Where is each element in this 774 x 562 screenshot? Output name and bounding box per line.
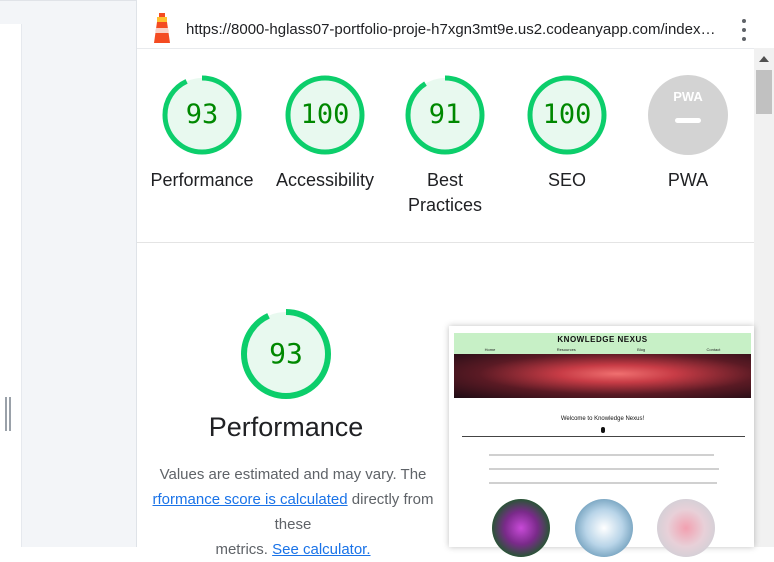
resize-handle-icon[interactable] [5, 397, 13, 431]
preview-nav-item: Contact [706, 347, 721, 352]
performance-title: Performance [208, 412, 364, 442]
scroll-thumb[interactable] [756, 70, 772, 114]
preview-nav-item: Home [484, 347, 496, 352]
preview-pin-icon [601, 427, 605, 433]
preview-hero-image [454, 354, 751, 398]
preview-card-image [492, 499, 550, 557]
preview-nav: Home Resources Blog Contact [454, 347, 751, 352]
score-gauge-accessibility[interactable]: 100 [284, 74, 366, 156]
note-text-3: metrics. [215, 541, 268, 558]
score-value: 100 [542, 99, 592, 130]
more-options-icon[interactable] [739, 19, 749, 41]
preview-header: KNOWLEDGE NEXUS Home Resources Blog Cont… [454, 333, 751, 354]
url-bar: https://8000-hglass07-portfolio-proje-h7… [137, 7, 774, 49]
section-divider [137, 242, 754, 243]
score-value: 91 [428, 99, 462, 130]
score-gauge-seo[interactable]: 100 [526, 74, 608, 156]
score-gauge-pwa[interactable]: PWA [647, 74, 729, 156]
score-label: Performance [150, 170, 254, 190]
preview-nav-item: Resources [556, 347, 576, 352]
scroll-up-icon[interactable] [759, 56, 769, 62]
left-sidebar-strip [0, 24, 22, 547]
left-top-divider [0, 0, 136, 1]
preview-card-image [657, 499, 715, 557]
preview-brand: KNOWLEDGE NEXUS [557, 335, 648, 344]
preview-card-image [575, 499, 633, 557]
preview-nav-item: Blog [637, 347, 646, 352]
performance-gauge: 93 [240, 308, 332, 400]
score-value: 100 [300, 99, 350, 130]
preview-text-line [489, 482, 717, 484]
page-url[interactable]: https://8000-hglass07-portfolio-proje-h7… [186, 21, 726, 38]
score-gauge-performance[interactable]: 93 [161, 74, 243, 156]
score-value: 93 [185, 99, 219, 130]
top-strip [137, 0, 774, 6]
left-pane [0, 0, 136, 547]
preview-text-line [489, 468, 719, 470]
note-text-1: Values are estimated and may vary. The [159, 466, 427, 483]
see-calculator-link[interactable]: See calculator. [272, 541, 370, 558]
preview-rule [462, 436, 745, 437]
score-label: Best Practices [407, 170, 483, 215]
performance-note: Values are estimated and may vary. The r… [137, 462, 449, 562]
page-screenshot-preview: KNOWLEDGE NEXUS Home Resources Blog Cont… [449, 326, 754, 557]
lighthouse-icon [154, 13, 170, 43]
lighthouse-report-panel: https://8000-hglass07-portfolio-proje-h7… [136, 0, 774, 558]
preview-welcome: Welcome to Knowledge Nexus! [560, 416, 645, 422]
score-calculated-link[interactable]: rformance score is calculated [153, 491, 348, 508]
preview-text-line [489, 454, 714, 456]
score-gauge-best-practices[interactable]: 91 [404, 74, 486, 156]
scrollbar[interactable] [754, 48, 774, 547]
pwa-badge-text: PWA [673, 89, 703, 104]
performance-score: 93 [269, 337, 303, 370]
score-label: SEO [547, 170, 586, 190]
score-label: PWA [667, 170, 709, 190]
score-label: Accessibility [275, 170, 375, 190]
